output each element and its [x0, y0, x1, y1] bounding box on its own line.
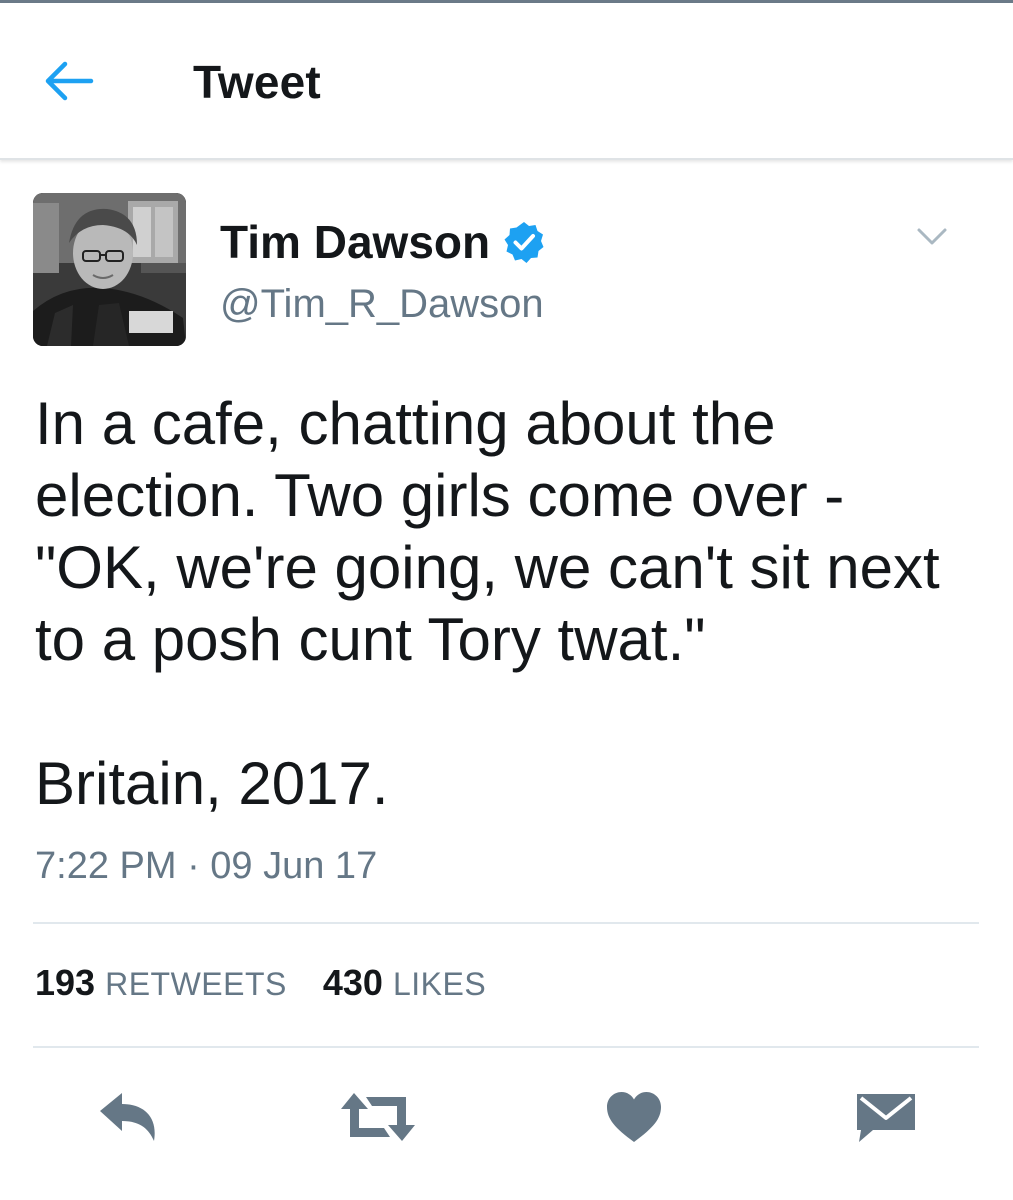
- display-name-text: Tim Dawson: [220, 216, 491, 268]
- chevron-down-icon: [917, 228, 947, 245]
- tweet-text-line: In a cafe, chatting about the: [35, 390, 776, 457]
- arrow-left-icon: [45, 61, 94, 101]
- divider: [33, 922, 979, 924]
- tweet-text-line: election. Two girls come over -: [35, 462, 845, 529]
- back-button[interactable]: [36, 53, 100, 109]
- app-header: Tweet: [0, 3, 1013, 160]
- avatar-photo: [33, 193, 186, 346]
- retweets-count[interactable]: 193: [35, 962, 95, 1004]
- direct-message-button[interactable]: [846, 1082, 926, 1152]
- tweet-options-button[interactable]: [910, 220, 954, 254]
- page-title: Tweet: [193, 56, 321, 108]
- retweet-icon: [341, 1093, 415, 1141]
- verified-badge-icon: [502, 220, 546, 264]
- tweet-timestamp: 7:22 PM · 09 Jun 17: [35, 845, 378, 887]
- tweet-text-line: to a posh cunt Tory twat.": [35, 606, 706, 673]
- reply-icon: [100, 1093, 155, 1141]
- likes-count[interactable]: 430: [323, 962, 383, 1004]
- tweet-text: In a cafe, chatting about the election. …: [35, 388, 985, 820]
- heart-icon: [607, 1092, 661, 1142]
- envelope-icon: [857, 1094, 915, 1142]
- tweet-stats: 193 RETWEETS 430 LIKES: [35, 962, 486, 1004]
- user-handle[interactable]: @Tim_R_Dawson: [220, 282, 544, 327]
- retweets-label[interactable]: RETWEETS: [105, 966, 287, 1003]
- avatar[interactable]: [33, 193, 186, 346]
- retweet-button[interactable]: [338, 1082, 418, 1152]
- tweet-text-line: Britain, 2017.: [35, 750, 389, 817]
- divider: [33, 1046, 979, 1048]
- tweet-text-line: "OK, we're going, we can't sit next: [35, 534, 940, 601]
- display-name[interactable]: Tim Dawson: [220, 215, 546, 269]
- like-button[interactable]: [594, 1082, 674, 1152]
- likes-label[interactable]: LIKES: [393, 966, 486, 1003]
- reply-button[interactable]: [88, 1082, 168, 1152]
